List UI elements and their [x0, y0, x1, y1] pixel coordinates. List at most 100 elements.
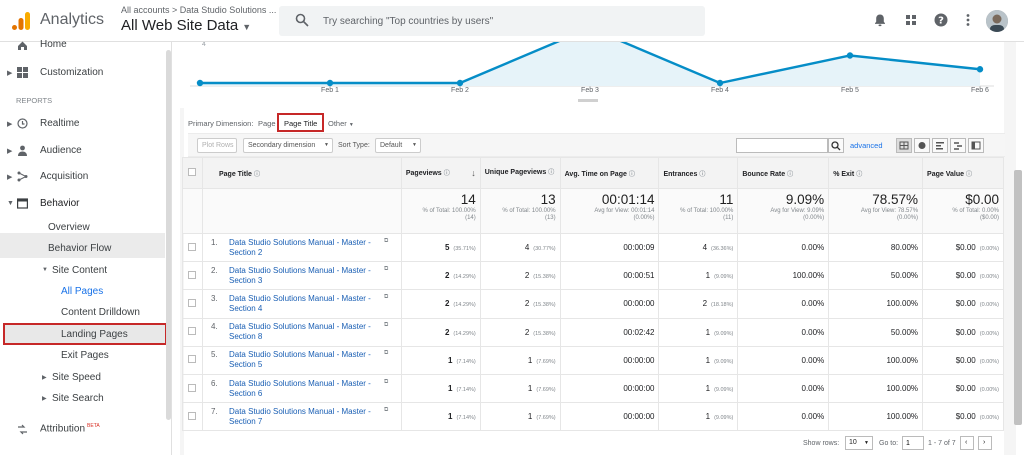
- apps-grid-icon[interactable]: [904, 13, 918, 27]
- sidebar-item-acquisition[interactable]: Acquisition: [40, 171, 88, 182]
- col-header-bounce-rate[interactable]: Bounce Rate ⓘ: [737, 157, 830, 189]
- page-title-link[interactable]: Data Studio Solutions Manual - Master - …: [229, 266, 384, 286]
- row-checkbox-cell[interactable]: [182, 373, 203, 404]
- external-link-icon[interactable]: ⧉: [384, 266, 388, 272]
- data-point[interactable]: [326, 79, 334, 87]
- external-link-icon[interactable]: ⧉: [384, 294, 388, 300]
- col-header-page-value[interactable]: Page Value ⓘ: [922, 157, 1004, 189]
- secondary-dimension-dropdown[interactable]: Secondary dimension ▼: [243, 138, 333, 153]
- row-checkbox[interactable]: [188, 327, 197, 336]
- sidebar-item-landing-pages[interactable]: Landing Pages: [61, 329, 128, 340]
- expand-arrow-icon[interactable]: ▶: [7, 173, 12, 181]
- prev-page-button[interactable]: ‹: [960, 436, 974, 450]
- sidebar-item-realtime[interactable]: Realtime: [40, 118, 79, 129]
- sidebar-item-overview[interactable]: Overview: [48, 222, 90, 233]
- sidebar-item-behavior[interactable]: Behavior: [40, 198, 79, 209]
- data-point[interactable]: [456, 79, 464, 87]
- expand-arrow-icon[interactable]: ▶: [7, 69, 12, 77]
- sidebar-item-site-content[interactable]: Site Content: [52, 265, 107, 276]
- user-avatar[interactable]: [986, 10, 1008, 32]
- help-icon[interactable]: ?: [934, 13, 948, 27]
- col-header-exit[interactable]: % Exit ⓘ: [828, 157, 924, 189]
- data-point[interactable]: [846, 52, 854, 59]
- row-checkbox[interactable]: [188, 270, 197, 279]
- search-input[interactable]: [323, 6, 683, 36]
- sidebar-item-exit-pages[interactable]: Exit Pages: [61, 350, 109, 361]
- analytics-logo-icon[interactable]: [10, 10, 32, 32]
- data-point[interactable]: [716, 79, 724, 87]
- page-title-link[interactable]: Data Studio Solutions Manual - Master - …: [229, 322, 384, 342]
- sidebar-scrollbar[interactable]: [166, 50, 171, 420]
- table-filter-input[interactable]: [736, 138, 828, 153]
- page-scrollbar[interactable]: [1014, 170, 1022, 425]
- show-rows-select[interactable]: 10 ▼: [845, 436, 873, 450]
- external-link-icon[interactable]: ⧉: [384, 322, 388, 328]
- col-header-entrances[interactable]: Entrances ⓘ: [658, 157, 739, 189]
- row-checkbox[interactable]: [188, 383, 197, 392]
- view-selector[interactable]: All Web Site Data ▼: [121, 17, 251, 34]
- sidebar-item-audience[interactable]: Audience: [40, 145, 82, 156]
- page-title-link[interactable]: Data Studio Solutions Manual - Master - …: [229, 407, 384, 427]
- expand-arrow-icon[interactable]: ▶: [42, 374, 47, 381]
- pie-view-icon[interactable]: [914, 138, 930, 153]
- next-page-button[interactable]: ›: [978, 436, 992, 450]
- external-link-icon[interactable]: ⧉: [384, 379, 388, 385]
- row-checkbox-cell[interactable]: [182, 402, 203, 432]
- collapse-arrow-icon[interactable]: ▼: [42, 267, 48, 273]
- expand-arrow-icon[interactable]: ▶: [7, 120, 12, 128]
- external-link-icon[interactable]: ⧉: [384, 407, 388, 413]
- row-checkbox-cell[interactable]: [182, 345, 203, 375]
- more-vert-icon[interactable]: [961, 13, 975, 27]
- filter-search-button[interactable]: [828, 138, 844, 153]
- col-header-pageviews[interactable]: Pageviews ⓘ ↓: [400, 157, 481, 189]
- data-point[interactable]: [976, 66, 984, 73]
- comparison-view-icon[interactable]: [950, 138, 966, 153]
- row-checkbox[interactable]: [188, 411, 197, 420]
- expand-arrow-icon[interactable]: ▶: [7, 147, 12, 155]
- select-all-checkbox[interactable]: [188, 168, 197, 176]
- row-checkbox-cell[interactable]: [182, 289, 203, 319]
- page-title-link[interactable]: Data Studio Solutions Manual - Master - …: [229, 238, 384, 258]
- sort-type-dropdown[interactable]: Default ▼: [375, 138, 421, 153]
- row-checkbox[interactable]: [188, 355, 197, 364]
- row-checkbox-cell[interactable]: [182, 232, 203, 263]
- dimension-other-dropdown[interactable]: Other ▼: [328, 119, 354, 128]
- app-name[interactable]: Analytics: [40, 11, 104, 29]
- sidebar-item-home[interactable]: Home: [40, 39, 67, 50]
- row-checkbox[interactable]: [188, 298, 197, 307]
- advanced-filter-link[interactable]: advanced: [850, 141, 883, 150]
- expand-arrow-icon[interactable]: ▶: [42, 395, 47, 402]
- col-header-unique-pageviews[interactable]: Unique Pageviews ⓘ: [479, 157, 561, 189]
- notifications-bell-icon[interactable]: [873, 13, 887, 27]
- row-checkbox[interactable]: [188, 242, 197, 251]
- sidebar-item-customization[interactable]: Customization: [40, 67, 103, 78]
- sidebar-item-all-pages[interactable]: All Pages: [61, 286, 103, 297]
- sidebar-item-site-search[interactable]: Site Search: [52, 393, 104, 404]
- table-view-icon[interactable]: [896, 138, 912, 153]
- collapse-arrow-icon[interactable]: ▼: [7, 200, 14, 207]
- row-checkbox-cell[interactable]: [182, 317, 203, 347]
- goto-page-input[interactable]: [902, 436, 924, 450]
- row-checkbox-cell[interactable]: [182, 261, 203, 291]
- dimension-page-link[interactable]: Page: [258, 119, 276, 128]
- sidebar-item-behavior-flow[interactable]: Behavior Flow: [48, 243, 111, 254]
- sidebar-item-site-speed[interactable]: Site Speed: [52, 372, 101, 383]
- sidebar-item-attribution[interactable]: Attribution BETA: [40, 423, 100, 434]
- page-title-link[interactable]: Data Studio Solutions Manual - Master - …: [229, 379, 384, 399]
- account-breadcrumb[interactable]: All accounts > Data Studio Solutions ...: [121, 5, 276, 15]
- sidebar-item-content-drilldown[interactable]: Content Drilldown: [61, 307, 140, 318]
- data-point[interactable]: [196, 79, 204, 87]
- chart-resize-handle[interactable]: [578, 99, 598, 102]
- plot-rows-button[interactable]: Plot Rows: [197, 138, 237, 153]
- page-title-link[interactable]: Data Studio Solutions Manual - Master - …: [229, 350, 384, 370]
- col-header-page-title[interactable]: Page Title ⓘ: [201, 157, 402, 189]
- search-box[interactable]: [279, 6, 705, 36]
- col-header-avg-time[interactable]: Avg. Time on Page ⓘ: [559, 157, 660, 189]
- page-title-link[interactable]: Data Studio Solutions Manual - Master - …: [229, 294, 384, 314]
- select-all-header[interactable]: [182, 157, 203, 189]
- performance-view-icon[interactable]: [932, 138, 948, 153]
- external-link-icon[interactable]: ⧉: [384, 350, 388, 356]
- dimension-page-title-selected[interactable]: Page Title: [284, 119, 317, 128]
- external-link-icon[interactable]: ⧉: [384, 238, 388, 244]
- pivot-view-icon[interactable]: [968, 138, 984, 153]
